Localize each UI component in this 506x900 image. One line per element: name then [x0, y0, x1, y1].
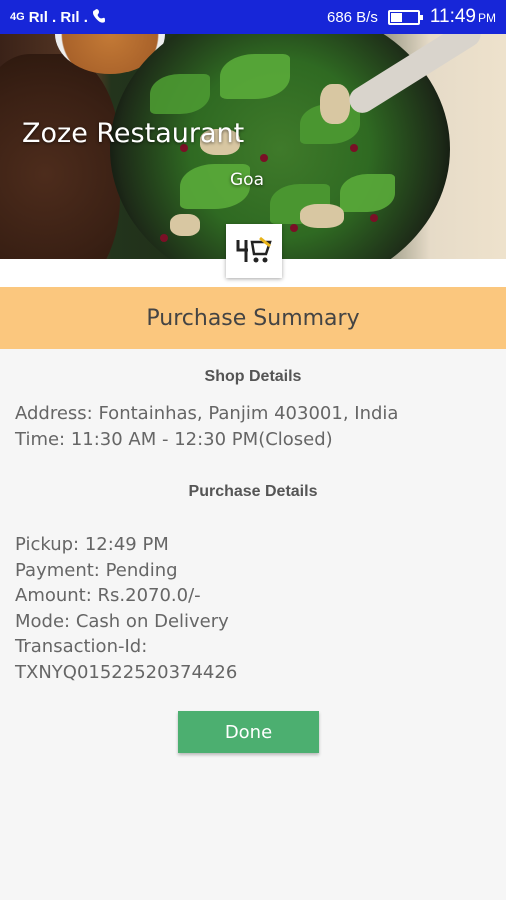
status-bar: 4G Rıl . Rıl . 686 B/s 11:49 PM	[0, 0, 506, 34]
shop-time: Time: 11:30 AM - 12:30 PM(Closed)	[15, 429, 333, 450]
signal-indicator: Rıl . Rıl .	[28, 8, 88, 26]
store-logo-icon	[226, 224, 282, 278]
restaurant-name: Zoze Restaurant	[22, 118, 245, 149]
status-left: 4G Rıl . Rıl .	[10, 7, 110, 27]
restaurant-location: Goa	[230, 170, 264, 190]
payment-status: Payment: Pending	[15, 560, 178, 581]
volte-icon	[92, 7, 110, 27]
network-type: 4G	[10, 11, 25, 23]
purchase-summary-header: Purchase Summary	[0, 287, 506, 349]
shop-details-heading: Shop Details	[204, 368, 302, 385]
clock-ampm: PM	[478, 11, 496, 25]
transaction-id: TXNYQ01522520374426	[15, 662, 238, 683]
amount: Amount: Rs.2070.0/-	[15, 585, 201, 606]
payment-mode: Mode: Cash on Delivery	[15, 611, 229, 632]
clock: 11:49 PM	[430, 6, 496, 28]
purchase-details-heading: Purchase Details	[188, 483, 318, 500]
status-right: 686 B/s 11:49 PM	[327, 6, 496, 28]
purchase-summary-title: Purchase Summary	[146, 305, 360, 331]
network-speed: 686 B/s	[326, 8, 378, 26]
battery-icon	[387, 9, 423, 25]
clock-time: 11:49	[429, 6, 476, 27]
done-button[interactable]: Done	[178, 711, 319, 753]
pickup-time: Pickup: 12:49 PM	[15, 534, 169, 555]
transaction-label: Transaction-Id:	[15, 636, 148, 657]
shop-address: Address: Fontainhas, Panjim 403001, Indi…	[15, 403, 399, 424]
